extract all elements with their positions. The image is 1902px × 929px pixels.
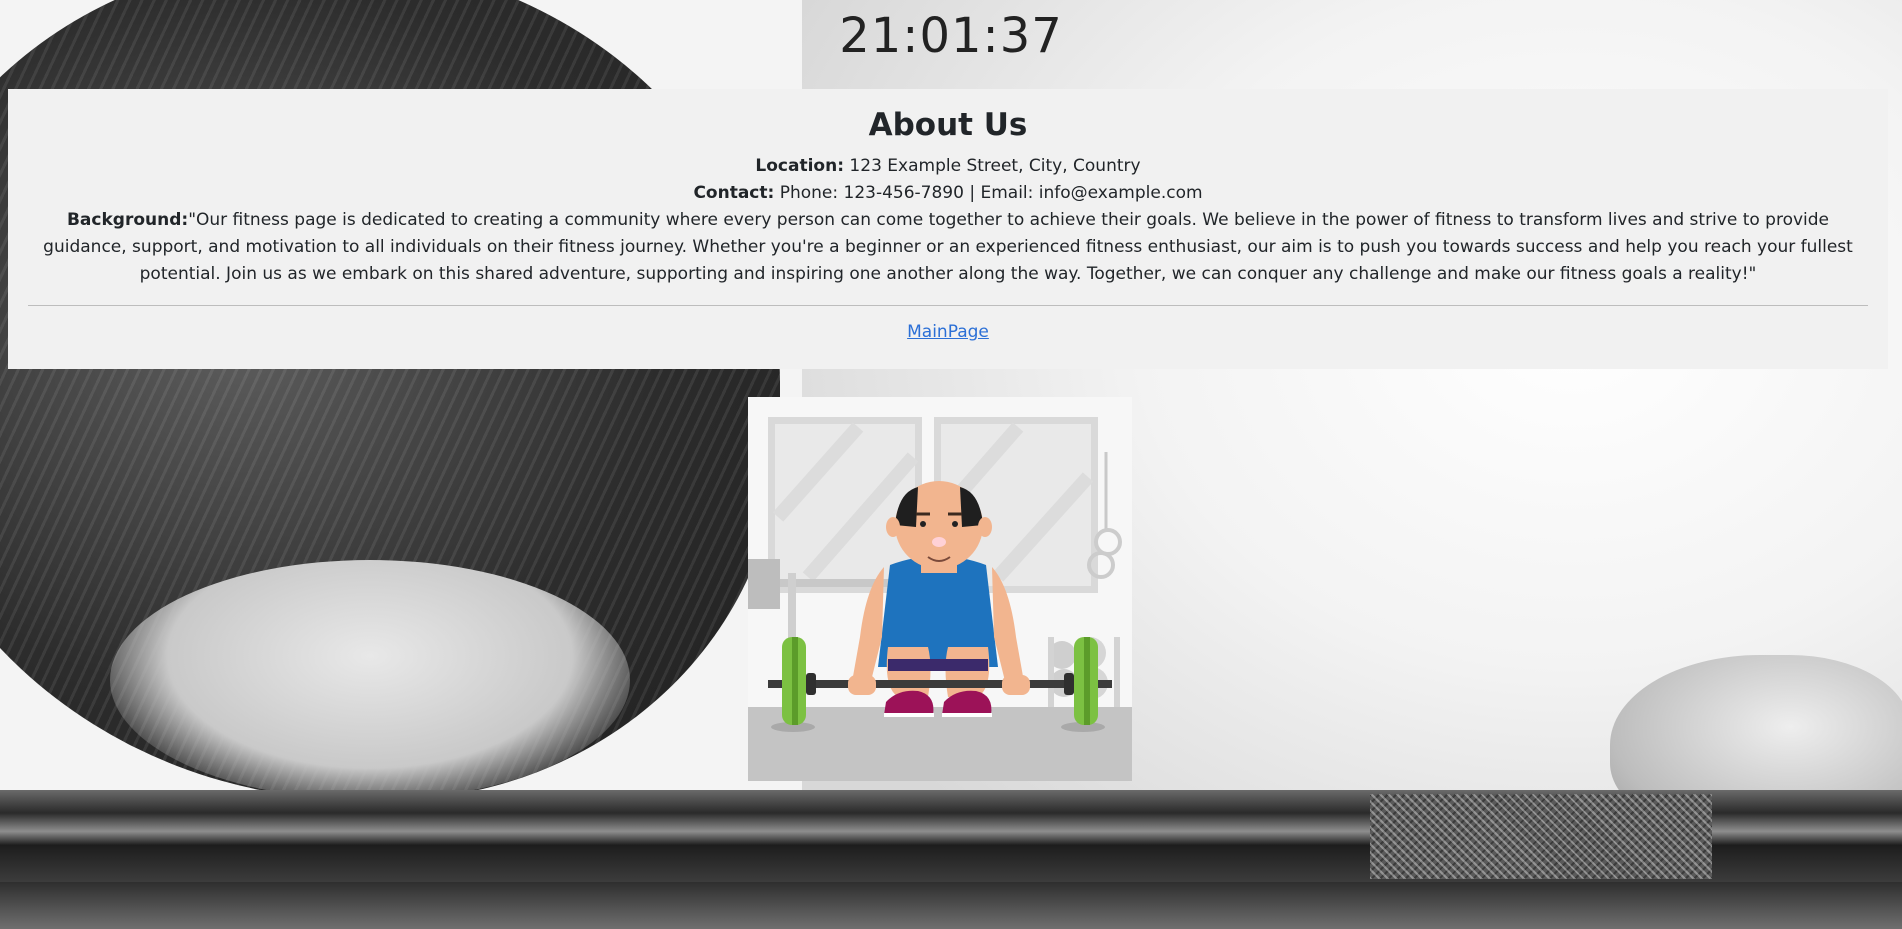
background-label: Background: (66, 210, 189, 230)
background-bottom (0, 882, 1902, 929)
contact-label: Contact: (693, 183, 775, 203)
clock: 21:01:37 (839, 8, 1063, 64)
background-value: "Our fitness page is dedicated to creati… (43, 210, 1853, 284)
location-label: Location: (755, 156, 845, 176)
background-barbell-grip (1370, 794, 1712, 879)
main-page-link[interactable]: MainPage (907, 322, 989, 342)
location-value: 123 Example Street, City, Country (844, 156, 1141, 176)
weightlifter-illustration (748, 397, 1132, 781)
page: 21:01:37 About Us Location: 123 Example … (0, 0, 1902, 929)
divider (28, 305, 1868, 306)
background-neck (110, 560, 630, 800)
background-line: Background:"Our fitness page is dedicate… (28, 207, 1868, 288)
location-line: Location: 123 Example Street, City, Coun… (28, 153, 1868, 180)
about-section: About Us Location: 123 Example Street, C… (8, 89, 1888, 369)
contact-line: Contact: Phone: 123-456-7890 | Email: in… (28, 180, 1868, 207)
contact-value: Phone: 123-456-7890 | Email: info@exampl… (774, 183, 1203, 203)
about-title: About Us (868, 107, 1028, 143)
